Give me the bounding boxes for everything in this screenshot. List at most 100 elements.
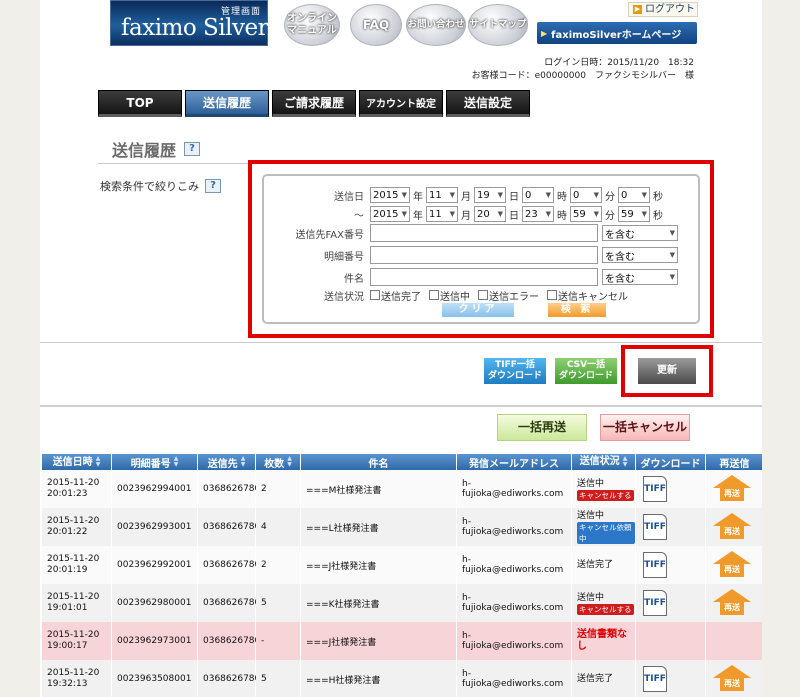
detail-row: 明細番号 を含む ▼ bbox=[264, 245, 702, 265]
cell-dest: 0368626780 bbox=[198, 470, 260, 508]
status-cancel-checkbox[interactable]: 送信キャンセル bbox=[547, 288, 628, 303]
detail-match-value: を含む bbox=[605, 251, 635, 263]
hour-unit: 時 bbox=[557, 210, 567, 222]
cell-dest: 0368626780 bbox=[198, 622, 260, 660]
col-header-status[interactable]: 送信状況 ▲ ▼ bbox=[572, 454, 636, 470]
col-header-label: 送信先 bbox=[207, 458, 238, 470]
refresh-button[interactable]: 更新 bbox=[638, 358, 696, 384]
page-title-wrap: 送信履歴 ? bbox=[112, 137, 201, 161]
col-header-dest[interactable]: 送信先 ▲ ▼ bbox=[198, 454, 256, 470]
to-day-select[interactable]: 20 ▼ bbox=[474, 206, 506, 222]
col-header-pages[interactable]: 枚数 ▲ ▼ bbox=[256, 454, 301, 470]
cell-resend: 再送 bbox=[706, 508, 762, 546]
logout-link[interactable]: ▶ ログアウト bbox=[628, 2, 698, 17]
table-row: 2015-11-20 19:01:01 0023962980001 03686267… bbox=[42, 584, 762, 622]
detail-number-input[interactable] bbox=[370, 246, 598, 264]
from-year-select[interactable]: 2015 ▼ bbox=[370, 187, 410, 203]
chevron-down-icon: ▼ bbox=[449, 210, 455, 218]
status-text: 送信完了 bbox=[577, 560, 614, 570]
tiff-bulk-download-button[interactable]: TIFF一括 ダウンロード bbox=[484, 358, 546, 384]
sitemap-button[interactable]: サイトマップ bbox=[468, 4, 528, 46]
cell-detail-no: 0023962980001 bbox=[112, 584, 198, 622]
status-error-checkbox[interactable]: 送信エラー bbox=[478, 288, 539, 303]
resend-arrow-icon[interactable]: 再送 bbox=[713, 551, 751, 579]
tab-account-settings[interactable]: アカウント設定 bbox=[359, 90, 443, 117]
search-button[interactable]: 検 索 bbox=[548, 303, 606, 317]
resend-arrow-icon[interactable]: 再送 bbox=[713, 589, 751, 617]
from-minute-select[interactable]: 0 ▼ bbox=[570, 187, 602, 203]
status-sending-label: 送信中 bbox=[440, 291, 470, 303]
status-sending-checkbox[interactable]: 送信中 bbox=[429, 288, 470, 303]
fax-number-input[interactable] bbox=[370, 224, 598, 242]
faximo-silver-logo[interactable]: 管理画面 faximo Silver bbox=[110, 0, 269, 46]
to-month-select[interactable]: 11 ▼ bbox=[426, 206, 458, 222]
status-text: 送信中 bbox=[577, 478, 605, 489]
bulk-cancel-button[interactable]: 一括キャンセル bbox=[600, 414, 690, 441]
detail-match-select[interactable]: を含む ▼ bbox=[602, 247, 678, 263]
resend-label: 再送 bbox=[720, 487, 744, 501]
tiff-file-icon[interactable]: TIFF bbox=[643, 666, 667, 692]
status-complete-checkbox[interactable]: 送信完了 bbox=[370, 288, 421, 303]
help-icon[interactable]: ? bbox=[184, 142, 201, 156]
col-header-datetime[interactable]: 送信日時 ▲ ▼ bbox=[42, 454, 112, 470]
csv-bulk-download-button[interactable]: CSV一括 ダウンロード bbox=[555, 358, 617, 384]
subject-match-select[interactable]: を含む ▼ bbox=[602, 269, 678, 285]
from-second-select[interactable]: 0 ▼ bbox=[618, 187, 650, 203]
chevron-down-icon: ▼ bbox=[545, 210, 551, 218]
fax-match-select[interactable]: を含む ▼ bbox=[602, 225, 678, 241]
to-hour-select[interactable]: 23 ▼ bbox=[522, 206, 554, 222]
inquiry-button[interactable]: お問い合わせ bbox=[406, 4, 466, 46]
cell-status: 送信中 キャンセルする bbox=[572, 470, 636, 508]
online-manual-button[interactable]: オンライン マニュアル bbox=[284, 4, 340, 46]
cancel-requested-badge: キャンセル依頼中 bbox=[577, 522, 635, 544]
logout-label: ログアウト bbox=[645, 4, 695, 15]
tiff-file-icon[interactable]: TIFF bbox=[643, 514, 667, 540]
hour-unit: 時 bbox=[557, 191, 567, 203]
col-header-detail-no[interactable]: 明細番号 ▲ ▼ bbox=[112, 454, 198, 470]
cell-dest: 0368626780 bbox=[198, 508, 260, 546]
to-minute-value: 59 bbox=[573, 208, 586, 220]
tab-send-settings[interactable]: 送信設定 bbox=[446, 90, 530, 117]
cell-email: h-fujioka@ediworks.com bbox=[457, 622, 572, 660]
help-icon[interactable]: ? bbox=[205, 179, 221, 193]
from-hour-select[interactable]: 0 ▼ bbox=[522, 187, 554, 203]
tab-billing-history[interactable]: ご請求履歴 bbox=[272, 90, 356, 117]
faq-button[interactable]: FAQ bbox=[350, 4, 402, 46]
cancel-button[interactable]: キャンセルする bbox=[577, 603, 634, 615]
to-year-select[interactable]: 2015 ▼ bbox=[370, 206, 410, 222]
chevron-down-icon: ▼ bbox=[593, 210, 599, 218]
divider bbox=[40, 342, 762, 343]
tiff-file-icon[interactable]: TIFF bbox=[643, 476, 667, 502]
to-day-value: 20 bbox=[477, 208, 490, 220]
cell-download: TIFF bbox=[636, 546, 706, 584]
page-container: 管理画面 faximo Silver オンライン マニュアル FAQ お問い合わ… bbox=[40, 0, 762, 697]
csv-bulk-download-label: CSV一括 ダウンロード bbox=[558, 360, 613, 381]
cell-detail-no: 0023962994001 bbox=[112, 470, 198, 508]
tab-send-history[interactable]: 送信履歴 bbox=[185, 90, 269, 117]
col-header-email: 発信メールアドレス bbox=[457, 454, 572, 470]
subject-input[interactable] bbox=[370, 268, 598, 286]
resend-arrow-icon[interactable]: 再送 bbox=[713, 475, 751, 503]
status-error-label: 送信エラー bbox=[489, 291, 539, 303]
bulk-resend-button[interactable]: 一括再送 bbox=[497, 414, 587, 441]
tiff-file-icon[interactable]: TIFF bbox=[643, 552, 667, 578]
cell-download: TIFF bbox=[636, 584, 706, 622]
second-unit: 秒 bbox=[653, 210, 663, 222]
cell-datetime: 2015-11-20 19:00:17 bbox=[42, 622, 112, 660]
tiff-file-icon[interactable]: TIFF bbox=[643, 590, 667, 616]
title-divider bbox=[98, 163, 248, 164]
col-header-subject: 件名 bbox=[301, 454, 457, 470]
to-second-select[interactable]: 59 ▼ bbox=[618, 206, 650, 222]
chevron-down-icon: ▼ bbox=[669, 273, 675, 281]
resend-arrow-icon[interactable]: 再送 bbox=[713, 513, 751, 541]
to-minute-select[interactable]: 59 ▼ bbox=[570, 206, 602, 222]
from-day-select[interactable]: 19 ▼ bbox=[474, 187, 506, 203]
clear-button[interactable]: クリア bbox=[442, 303, 514, 317]
tab-top[interactable]: TOP bbox=[98, 90, 182, 117]
month-unit: 月 bbox=[461, 210, 471, 222]
resend-arrow-icon[interactable]: 再送 bbox=[713, 665, 751, 693]
homepage-link[interactable]: ▶ faximoSilverホームページ bbox=[537, 22, 697, 44]
cell-datetime: 2015-11-20 19:32:13 bbox=[42, 660, 112, 697]
cancel-button[interactable]: キャンセルする bbox=[577, 489, 634, 501]
from-month-select[interactable]: 11 ▼ bbox=[426, 187, 458, 203]
